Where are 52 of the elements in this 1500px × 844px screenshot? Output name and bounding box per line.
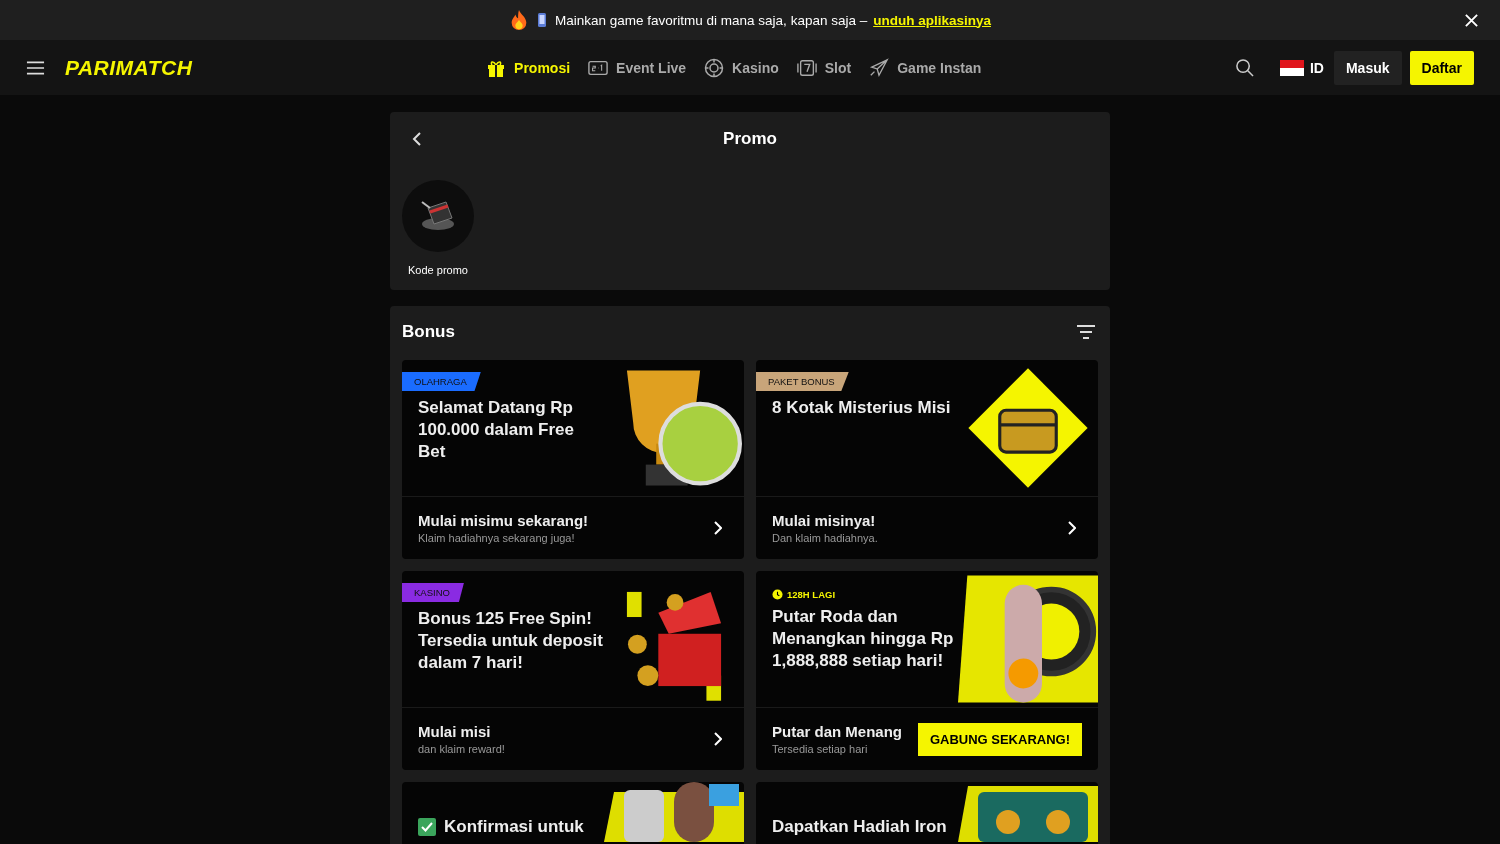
countdown-text: 128H LAGI [787, 589, 836, 600]
download-app-link[interactable]: unduh aplikasinya [873, 12, 991, 28]
language-selector[interactable]: ID [1279, 59, 1324, 76]
category-tag: OLAHRAGA [402, 372, 481, 391]
card-title: Selamat Datang Rp 100.000 dalam Free Bet [418, 397, 575, 463]
card-subtitle: Putar dan Menang [772, 723, 902, 740]
card-title: Putar Roda dan Menangkan hingga Rp 1,888,888 setiap hari! [772, 606, 955, 672]
clock-icon [772, 589, 783, 600]
search-icon[interactable] [1234, 58, 1254, 77]
nav-link[interactable]: Slot [796, 57, 852, 78]
close-icon[interactable] [1464, 13, 1479, 28]
join-now-button[interactable]: GABUNG SEKARANG! [917, 722, 1082, 756]
card-title: Konfirmasi untuk [444, 816, 584, 838]
card-description: Dan klaim hadiahnya. [772, 532, 878, 544]
card-description: Tersedia setiap hari [772, 743, 869, 755]
card-title: 8 Kotak Misterius Misi [772, 397, 951, 419]
chevron-right-icon[interactable] [714, 521, 722, 535]
card-subtitle: Mulai misinya! [772, 512, 877, 529]
bonus-card[interactable]: Konfirmasi untuk [402, 782, 744, 844]
category-tag: PAKET BONUS [756, 372, 849, 391]
back-icon[interactable] [412, 131, 422, 147]
card-subtitle: Mulai misi [418, 723, 492, 740]
card-title: Bonus 125 Free Spin! Tersedia untuk deposit dalam 7 hari! [418, 608, 604, 674]
nav-link[interactable]: Promosi [486, 57, 571, 78]
bonus-card[interactable]: OLAHRAGA Selamat Datang Rp 100.000 dalam Free Bet Mulai misimu sekarang! Klaim hadiahnya sekarang juga! [402, 360, 744, 559]
chevron-right-icon[interactable] [1068, 521, 1076, 535]
menu-icon[interactable] [26, 59, 45, 76]
filter-icon[interactable] [1076, 324, 1096, 340]
nav-link[interactable]: Kasino [704, 57, 779, 78]
logo[interactable]: PARIMATCH [65, 55, 193, 80]
card-description: Klaim hadiahnya sekarang juga! [418, 532, 576, 544]
bonus-card[interactable]: 128H LAGI Putar Roda dan Menangkan hingga Rp 1,888,888 setiap hari! Putar dan Menang Tersedia setiap hari GABUNG SEKARANG! [756, 571, 1098, 770]
page-title: Promo [723, 129, 777, 149]
casino-chip-icon [704, 57, 725, 78]
login-button[interactable]: Masuk [1333, 50, 1402, 85]
bonus-card[interactable]: KASINO Bonus 125 Free Spin! Tersedia untuk deposit dalam 7 hari! Mulai misi dan klaim reward! [402, 571, 744, 770]
paper-plane-icon [869, 57, 890, 78]
chevron-right-icon[interactable] [714, 732, 722, 746]
card-title: Dapatkan Hadiah Iron [772, 816, 947, 838]
phone-icon [535, 12, 549, 28]
nav-link[interactable]: Event Live [588, 57, 687, 78]
slot-icon [796, 57, 817, 78]
announcement-text: Mainkan game favoritmu di mana saja, kapan saja – [555, 12, 868, 28]
card-subtitle: Mulai misimu sekarang! [418, 512, 589, 529]
register-button[interactable]: Daftar [1409, 50, 1474, 85]
bonus-card[interactable]: Dapatkan Hadiah Iron [756, 782, 1098, 844]
bonus-card[interactable]: PAKET BONUS 8 Kotak Misterius Misi Mulai misinya! Dan klaim hadiahnya. [756, 360, 1098, 559]
section-title: Bonus [402, 322, 455, 342]
nav-link[interactable]: Game Instan [869, 57, 982, 78]
category-tag: KASINO [402, 583, 464, 602]
card-description: dan klaim reward! [418, 743, 505, 755]
fire-icon [509, 9, 529, 31]
